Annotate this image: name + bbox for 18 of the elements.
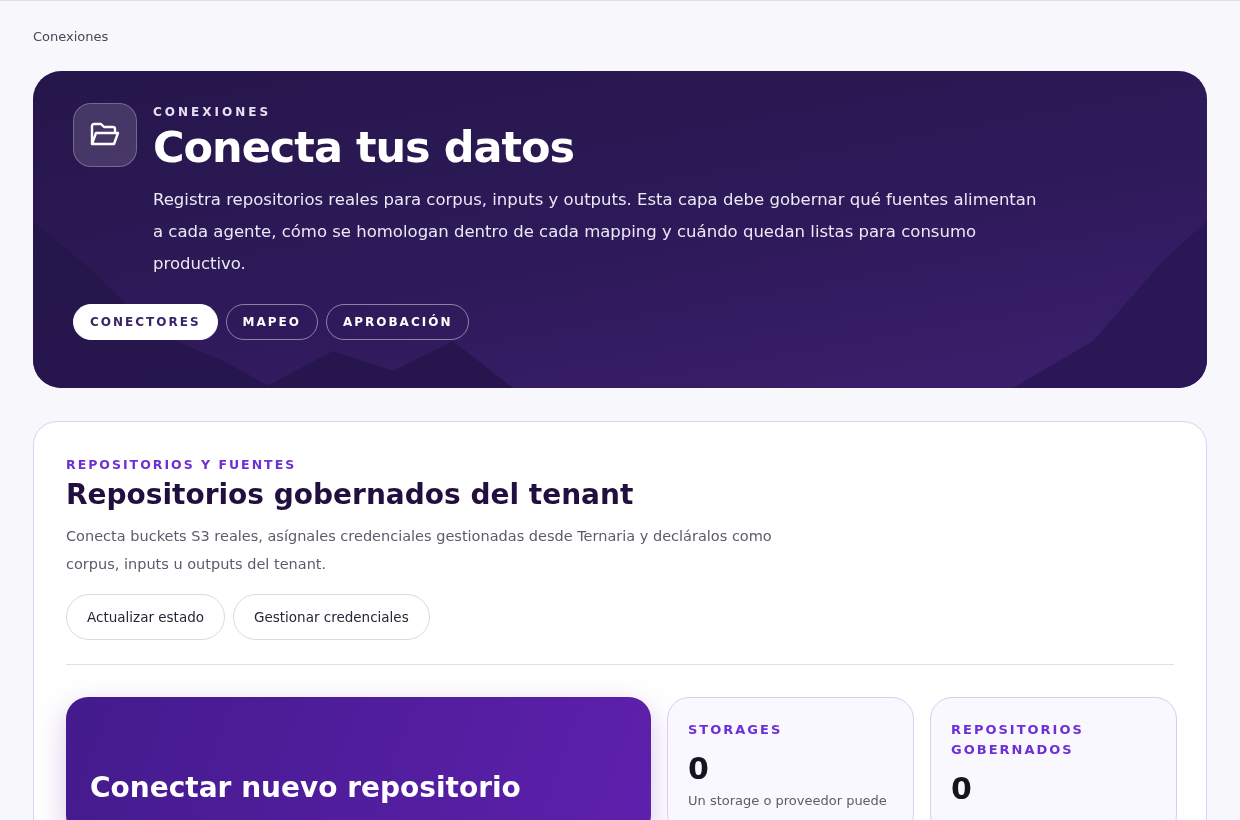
section-description: Conecta buckets S3 reales, asígnales credenciales gestionadas desde Ternaria y decláralos como corpus, inputs u outputs del tenant.: [66, 526, 773, 574]
stat-value: 0: [688, 750, 710, 789]
section-eyebrow: REPOSITORIOS Y FUENTES: [66, 455, 298, 474]
stat-note: Un storage o proveedor puede: [688, 792, 888, 811]
connect-title: Conectar nuevo repositorio: [90, 771, 522, 805]
action-button[interactable]: Gestionar credenciales: [233, 593, 430, 641]
eyebrow-label: CONEXIONES: [153, 103, 273, 121]
hero-description: Registra repositorios reales para corpus, inputs y outputs. Esta capa debe gobernar qué fuentes alimentan a cada agente, cómo se homologan dentro de cada mapping y cuándo quedan listas para consumo productivo.: [153, 188, 1038, 275]
action-button[interactable]: Actualizar estado: [66, 593, 225, 641]
stat-label: STORAGES: [688, 721, 784, 740]
folder-icon: [73, 102, 137, 167]
breadcrumb: Conexiones: [33, 28, 110, 46]
section-title: Repositorios gobernados del tenant: [66, 478, 635, 512]
stat-value: 0: [951, 770, 973, 809]
tab[interactable]: CONECTORES: [73, 303, 218, 340]
stat-label: REPOSITORIOS GOBERNADOS: [951, 721, 1085, 760]
connect-card[interactable]: Conectar nuevo repositorio: [66, 697, 651, 820]
hero-title: Conecta tus datos: [153, 122, 576, 172]
